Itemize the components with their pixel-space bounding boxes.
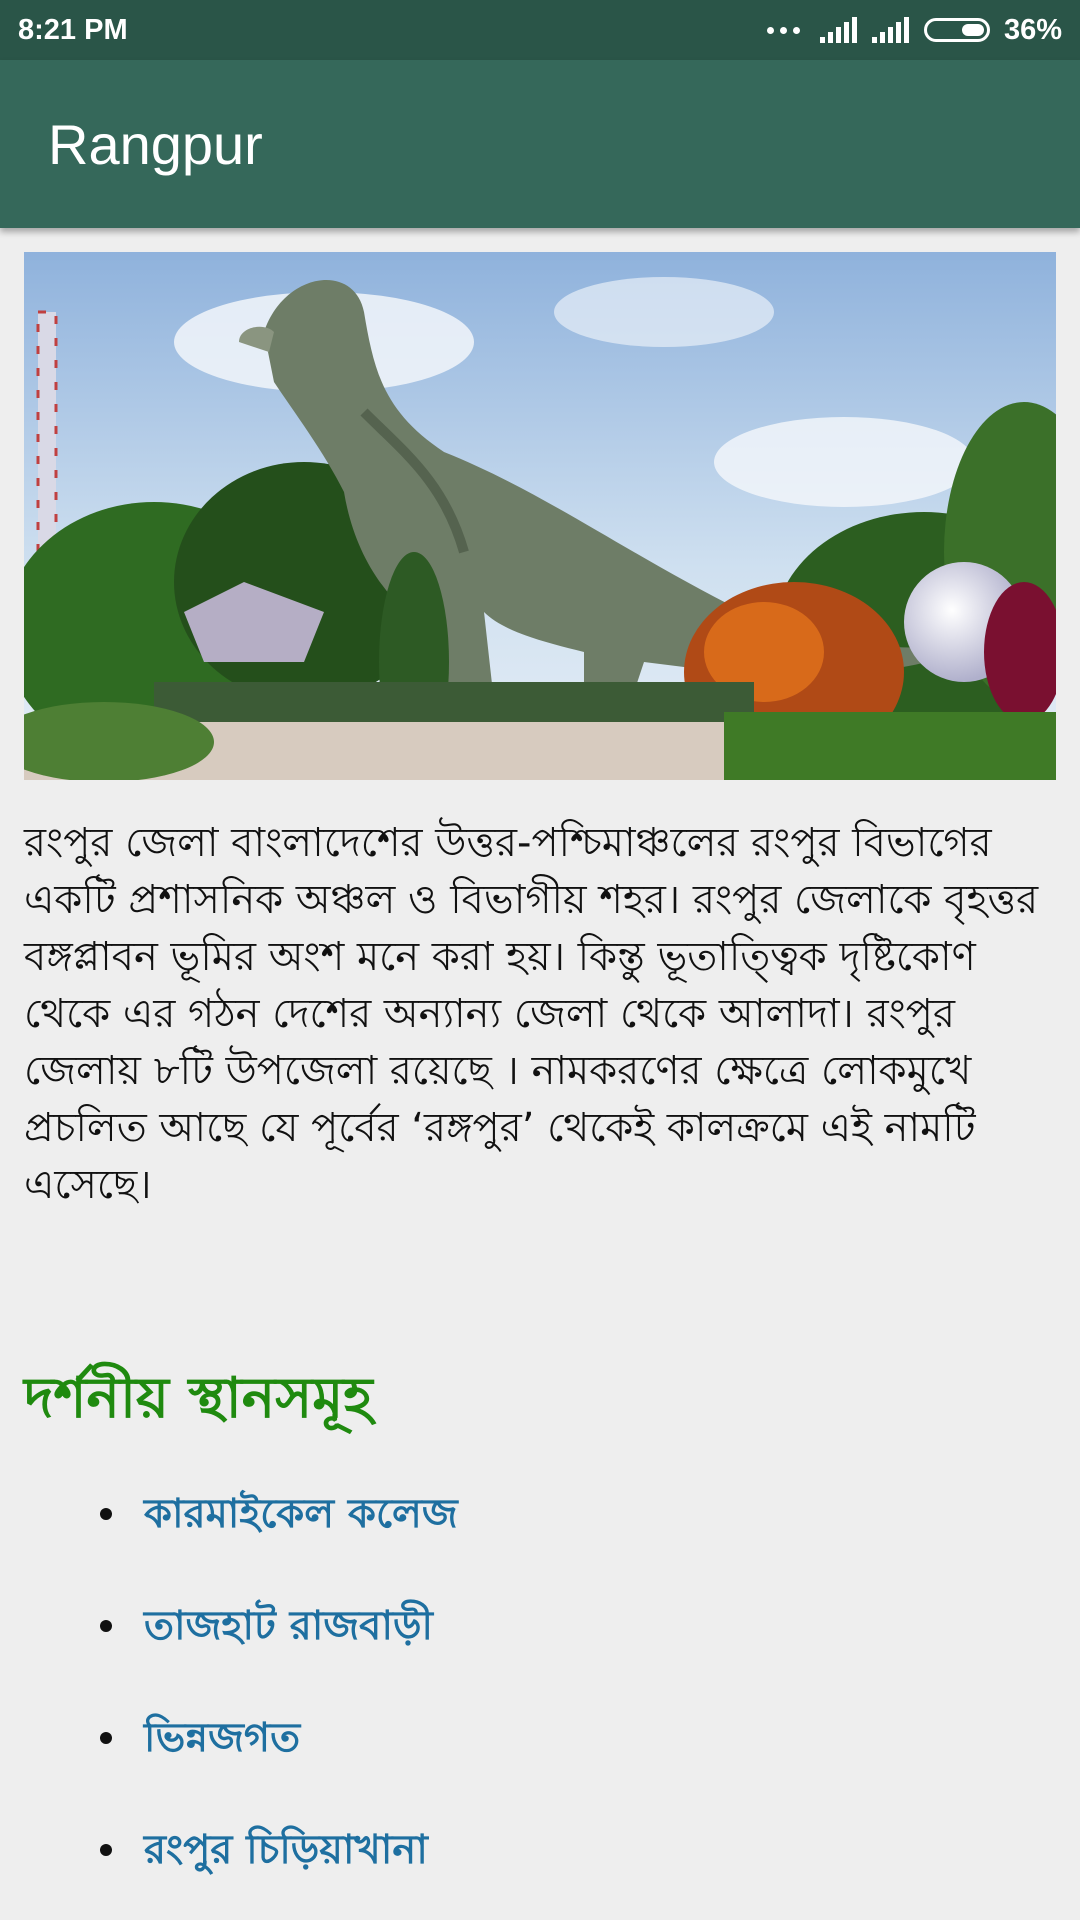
district-description: রংপুর জেলা বাংলাদেশের উত্তর-পশ্চিমাঞ্চলে… [24,820,1039,1208]
bullet-icon [100,1732,112,1744]
status-time: 8:21 PM [18,13,128,46]
place-link-vinnojogot[interactable]: ভিন্নজগত [144,1706,300,1773]
battery-percent: 36% [1003,13,1062,46]
bullet-icon [100,1620,112,1632]
app-title: Rangpur [48,112,263,176]
more-dots-icon [766,26,800,34]
signal-icon [819,17,857,43]
list-item: তাজহাট রাজবাড়ী [0,1582,1080,1694]
place-link-carmichael-college[interactable]: কারমাইকেল কলেজ [144,1482,458,1549]
place-link-rangpur-zoo[interactable]: রংপুর চিড়িয়াখানা [144,1818,428,1885]
signal-icon-2 [871,17,909,43]
hero-image [24,252,1056,780]
places-list: কারমাইকেল কলেজ তাজহাট রাজবাড়ী ভিন্নজগত … [0,1470,1080,1918]
bullet-icon [100,1844,112,1856]
status-icons: 36% [766,13,1062,47]
status-bar: 8:21 PM 36% [0,0,1080,60]
battery-icon [923,18,990,42]
bullet-icon [100,1508,112,1520]
list-item: রংপুর চিড়িয়াখানা [0,1806,1080,1918]
app-bar: Rangpur [0,60,1080,228]
place-link-tajhat-palace[interactable]: তাজহাট রাজবাড়ী [144,1594,433,1661]
list-item: ভিন্নজগত [0,1694,1080,1806]
section-heading: দর্শনীয় স্থানসমূহ [24,1366,373,1431]
list-item: কারমাইকেল কলেজ [0,1470,1080,1582]
